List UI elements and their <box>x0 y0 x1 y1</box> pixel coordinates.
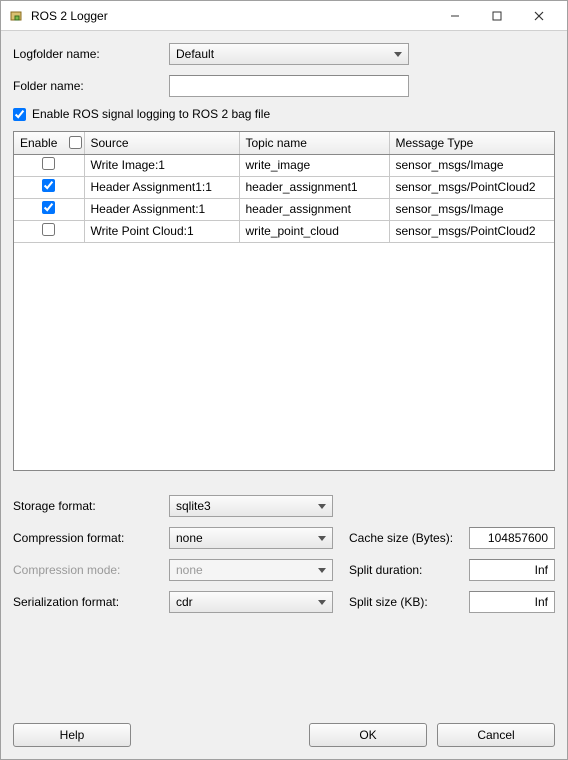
split-size-input[interactable] <box>469 591 555 613</box>
compression-mode-value: none <box>176 563 203 577</box>
split-duration-label: Split duration: <box>349 563 469 577</box>
row-topic[interactable]: write_point_cloud <box>239 220 389 242</box>
row-msgtype[interactable]: sensor_msgs/Image <box>389 198 554 220</box>
row-topic[interactable]: header_assignment1 <box>239 176 389 198</box>
table-row: Header Assignment1:1header_assignment1se… <box>14 176 554 198</box>
col-header-topic[interactable]: Topic name <box>239 132 389 154</box>
chevron-down-icon <box>318 504 326 509</box>
enable-logging-checkbox[interactable] <box>13 108 26 121</box>
chevron-down-icon <box>318 536 326 541</box>
window-title: ROS 2 Logger <box>31 9 435 23</box>
titlebar: ROS 2 Logger <box>1 1 567 31</box>
row-source[interactable]: Header Assignment:1 <box>84 198 239 220</box>
table-header-row: Enable Source Topic name Message Type <box>14 132 554 154</box>
logfolder-label: Logfolder name: <box>13 47 169 61</box>
ros2-logger-window: ROS 2 Logger Logfolder name: Default Fol… <box>0 0 568 760</box>
row-msgtype[interactable]: sensor_msgs/PointCloud2 <box>389 220 554 242</box>
chevron-down-icon <box>318 600 326 605</box>
ok-button[interactable]: OK <box>309 723 427 747</box>
row-source[interactable]: Write Image:1 <box>84 154 239 176</box>
row-source[interactable]: Header Assignment1:1 <box>84 176 239 198</box>
col-header-enable-label: Enable <box>20 136 57 150</box>
chevron-down-icon <box>318 568 326 573</box>
foldername-row: Folder name: <box>13 75 555 97</box>
row-enable-cell <box>14 220 84 242</box>
table-row: Write Point Cloud:1write_point_cloudsens… <box>14 220 554 242</box>
enable-all-checkbox[interactable] <box>69 136 82 149</box>
col-header-enable[interactable]: Enable <box>14 132 84 154</box>
compression-mode-label: Compression mode: <box>13 563 169 577</box>
app-icon <box>9 8 25 24</box>
storage-format-label: Storage format: <box>13 499 169 513</box>
minimize-button[interactable] <box>435 3 475 29</box>
close-button[interactable] <box>519 3 559 29</box>
chevron-down-icon <box>394 52 402 57</box>
maximize-button[interactable] <box>477 3 517 29</box>
cancel-button[interactable]: Cancel <box>437 723 555 747</box>
table-row: Header Assignment:1header_assignmentsens… <box>14 198 554 220</box>
logfolder-row: Logfolder name: Default <box>13 43 555 65</box>
split-duration-input[interactable] <box>469 559 555 581</box>
compression-mode-dropdown: none <box>169 559 333 581</box>
row-enable-cell <box>14 198 84 220</box>
row-msgtype[interactable]: sensor_msgs/PointCloud2 <box>389 176 554 198</box>
dialog-content: Logfolder name: Default Folder name: Ena… <box>1 31 567 711</box>
row-msgtype[interactable]: sensor_msgs/Image <box>389 154 554 176</box>
compression-format-label: Compression format: <box>13 531 169 545</box>
enable-logging-row: Enable ROS signal logging to ROS 2 bag f… <box>13 107 555 121</box>
serialization-format-label: Serialization format: <box>13 595 169 609</box>
row-enable-checkbox[interactable] <box>42 201 55 214</box>
serialization-format-value: cdr <box>176 595 193 609</box>
serialization-format-dropdown[interactable]: cdr <box>169 591 333 613</box>
signals-table: Enable Source Topic name Message Type Wr… <box>13 131 555 471</box>
compression-format-value: none <box>176 531 203 545</box>
foldername-input[interactable] <box>169 75 409 97</box>
row-enable-cell <box>14 154 84 176</box>
col-header-msgtype[interactable]: Message Type <box>389 132 554 154</box>
options-grid: Storage format: sqlite3 Compression form… <box>13 495 555 613</box>
cache-size-label: Cache size (Bytes): <box>349 531 469 545</box>
cache-size-input[interactable] <box>469 527 555 549</box>
foldername-label: Folder name: <box>13 79 169 93</box>
split-size-label: Split size (KB): <box>349 595 469 609</box>
row-topic[interactable]: header_assignment <box>239 198 389 220</box>
row-enable-checkbox[interactable] <box>42 157 55 170</box>
row-enable-checkbox[interactable] <box>42 179 55 192</box>
row-enable-cell <box>14 176 84 198</box>
table-row: Write Image:1write_imagesensor_msgs/Imag… <box>14 154 554 176</box>
row-enable-checkbox[interactable] <box>42 223 55 236</box>
enable-logging-label: Enable ROS signal logging to ROS 2 bag f… <box>32 107 270 121</box>
logfolder-value: Default <box>176 47 214 61</box>
storage-format-dropdown[interactable]: sqlite3 <box>169 495 333 517</box>
logfolder-dropdown[interactable]: Default <box>169 43 409 65</box>
window-controls <box>435 3 559 29</box>
row-source[interactable]: Write Point Cloud:1 <box>84 220 239 242</box>
row-topic[interactable]: write_image <box>239 154 389 176</box>
compression-format-dropdown[interactable]: none <box>169 527 333 549</box>
col-header-source[interactable]: Source <box>84 132 239 154</box>
dialog-buttons: Help OK Cancel <box>1 711 567 759</box>
help-button[interactable]: Help <box>13 723 131 747</box>
storage-format-value: sqlite3 <box>176 499 211 513</box>
